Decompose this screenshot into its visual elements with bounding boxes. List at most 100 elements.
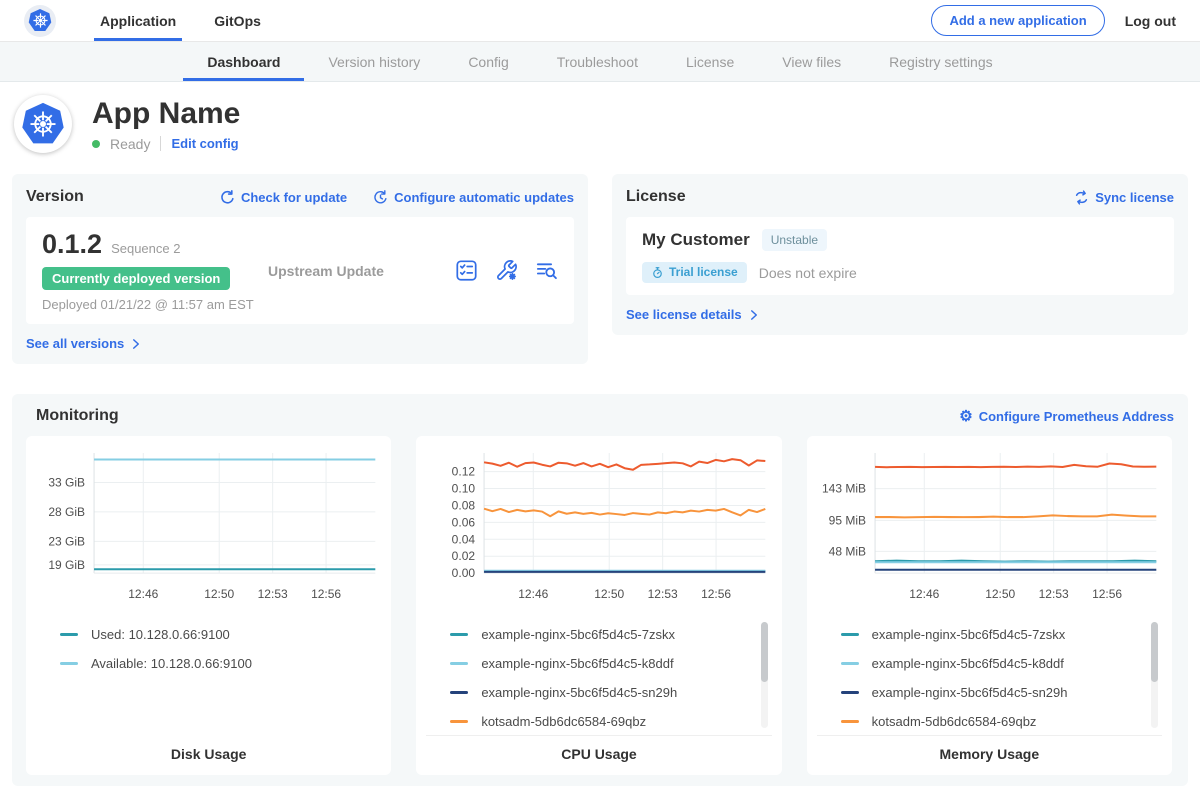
customer-name: My Customer <box>642 230 750 250</box>
legend-scrollbar <box>761 622 768 728</box>
version-actions <box>455 259 558 282</box>
stopwatch-icon <box>651 266 664 279</box>
ship-wheel-icon <box>32 12 49 29</box>
add-application-button[interactable]: Add a new application <box>931 5 1104 36</box>
top-nav: Application GitOps Add a new application … <box>0 0 1200 42</box>
refresh-icon <box>220 190 235 205</box>
svg-text:19 GiB: 19 GiB <box>48 558 85 572</box>
chart-plot-memory-usage: 143 MiB95 MiB48 MiB12:4612:5012:5312:56 <box>817 446 1162 604</box>
legend-item: kotsadm-5db6dc6584-69qbz <box>841 707 1140 736</box>
svg-text:0.08: 0.08 <box>452 498 476 512</box>
legend-swatch <box>450 720 468 723</box>
legend-item: example-nginx-5bc6f5d4c5-7zskx <box>450 620 749 649</box>
legend-item: example-nginx-5bc6f5d4c5-k8ddf <box>450 649 749 678</box>
legend-swatch <box>841 662 859 665</box>
app-sub-nav: DashboardVersion historyConfigTroublesho… <box>0 42 1200 82</box>
svg-text:12:56: 12:56 <box>311 587 341 601</box>
tab-registry-settings[interactable]: Registry settings <box>865 42 1016 81</box>
configure-automatic-updates-label: Configure automatic updates <box>394 190 574 205</box>
sync-license-link[interactable]: Sync license <box>1074 190 1174 205</box>
monitoring-header: Monitoring ⚙ Configure Prometheus Addres… <box>24 407 1174 425</box>
license-card-title: License <box>626 188 686 206</box>
status-text: Ready <box>110 136 150 152</box>
svg-text:143 MiB: 143 MiB <box>822 482 866 496</box>
chart-title: CPU Usage <box>426 736 771 762</box>
legend-item: example-nginx-5bc6f5d4c5-7zskx <box>841 620 1140 649</box>
svg-text:12:46: 12:46 <box>128 587 158 601</box>
chart-card-cpu-usage: 0.120.100.080.060.040.020.0012:4612:5012… <box>416 436 781 775</box>
svg-text:12:53: 12:53 <box>258 587 288 601</box>
chart-plot-cpu-usage: 0.120.100.080.060.040.020.0012:4612:5012… <box>426 446 771 604</box>
sync-license-label: Sync license <box>1095 190 1174 205</box>
chart-plot-disk-usage: 33 GiB 28 GiB 23 GiB 19 GiB 12:46 12:50 12:53 1… <box>36 446 381 604</box>
app-status-row: Ready Edit config <box>92 136 240 152</box>
svg-text:12:50: 12:50 <box>595 587 625 601</box>
see-all-versions-label: See all versions <box>26 336 124 351</box>
cards-row: Version Check for update Configure au <box>12 174 1188 364</box>
license-card-header: License Sync license <box>626 188 1174 206</box>
monitoring-section: Monitoring ⚙ Configure Prometheus Addres… <box>12 394 1188 786</box>
tab-troubleshoot[interactable]: Troubleshoot <box>533 42 662 81</box>
tab-dashboard[interactable]: Dashboard <box>183 42 304 81</box>
channel-badge: Unstable <box>762 229 827 251</box>
chart-title: Memory Usage <box>817 736 1162 762</box>
tab-config[interactable]: Config <box>444 42 532 81</box>
svg-text:28 GiB: 28 GiB <box>48 505 85 519</box>
svg-text:0.12: 0.12 <box>452 465 476 479</box>
clock-refresh-icon <box>373 190 388 205</box>
version-card-title: Version <box>26 188 84 206</box>
status-dot <box>92 140 100 148</box>
svg-text:0.06: 0.06 <box>452 515 476 529</box>
see-license-details-label: See license details <box>626 307 742 322</box>
legend-label: kotsadm-5db6dc6584-69qbz <box>872 714 1037 729</box>
checklist-icon <box>455 259 478 282</box>
legend-scrollbar-thumb[interactable] <box>1151 622 1158 682</box>
tab-license[interactable]: License <box>662 42 758 81</box>
deployed-badge: Currently deployed version <box>42 267 230 290</box>
legend-swatch <box>841 691 859 694</box>
top-nav-item-gitops[interactable]: GitOps <box>208 0 267 41</box>
preflight-checks-button[interactable] <box>455 259 478 282</box>
edit-config-link[interactable]: Edit config <box>171 136 238 151</box>
page-title: App Name <box>92 97 240 130</box>
see-license-details-link[interactable]: See license details <box>626 307 760 322</box>
configure-automatic-updates-link[interactable]: Configure automatic updates <box>373 190 574 205</box>
see-all-versions-link[interactable]: See all versions <box>26 336 142 351</box>
license-card: License Sync license My Customer Unstabl… <box>612 174 1188 335</box>
svg-text:12:46: 12:46 <box>519 587 549 601</box>
svg-text:33 GiB: 33 GiB <box>48 475 85 489</box>
logout-link[interactable]: Log out <box>1125 13 1176 29</box>
check-for-update-link[interactable]: Check for update <box>220 190 347 205</box>
kubernetes-heptagon <box>28 9 52 33</box>
svg-text:12:56: 12:56 <box>1092 587 1122 601</box>
legend-swatch <box>60 633 78 636</box>
legend-swatch <box>450 691 468 694</box>
version-sequence: Sequence 2 <box>111 241 180 256</box>
license-type-label: Trial license <box>669 265 738 279</box>
kubernetes-logo[interactable] <box>24 5 56 37</box>
deploy-logs-button[interactable] <box>535 259 558 282</box>
legend-label: example-nginx-5bc6f5d4c5-k8ddf <box>481 656 673 671</box>
svg-text:12:50: 12:50 <box>204 587 234 601</box>
legend-label: Used: 10.128.0.66:9100 <box>91 627 230 642</box>
legend-swatch <box>841 633 859 636</box>
chevron-right-icon <box>130 338 142 350</box>
top-nav-item-application[interactable]: Application <box>94 0 182 41</box>
charts-row: 33 GiB 28 GiB 23 GiB 19 GiB 12:46 12:50 12:53 1… <box>24 436 1174 775</box>
config-button[interactable] <box>495 259 518 282</box>
legend-swatch <box>450 633 468 636</box>
tab-version-history[interactable]: Version history <box>304 42 444 81</box>
license-type-badge: Trial license <box>642 262 747 283</box>
configure-prometheus-link[interactable]: ⚙ Configure Prometheus Address <box>959 409 1174 424</box>
tab-view-files[interactable]: View files <box>758 42 865 81</box>
legend-swatch <box>841 720 859 723</box>
version-card-header: Version Check for update Configure au <box>26 188 574 206</box>
top-nav-right: Add a new application Log out <box>931 0 1176 41</box>
configure-prometheus-label: Configure Prometheus Address <box>979 409 1174 424</box>
svg-text:23 GiB: 23 GiB <box>48 534 85 548</box>
svg-text:12:53: 12:53 <box>1038 587 1068 601</box>
chart-legend: example-nginx-5bc6f5d4c5-7zskx example-ng… <box>426 618 771 736</box>
deployed-timestamp: Deployed 01/21/22 @ 11:57 am EST <box>42 297 260 312</box>
legend-scrollbar-thumb[interactable] <box>761 622 768 682</box>
legend-item: Used: 10.128.0.66:9100 <box>60 620 359 649</box>
